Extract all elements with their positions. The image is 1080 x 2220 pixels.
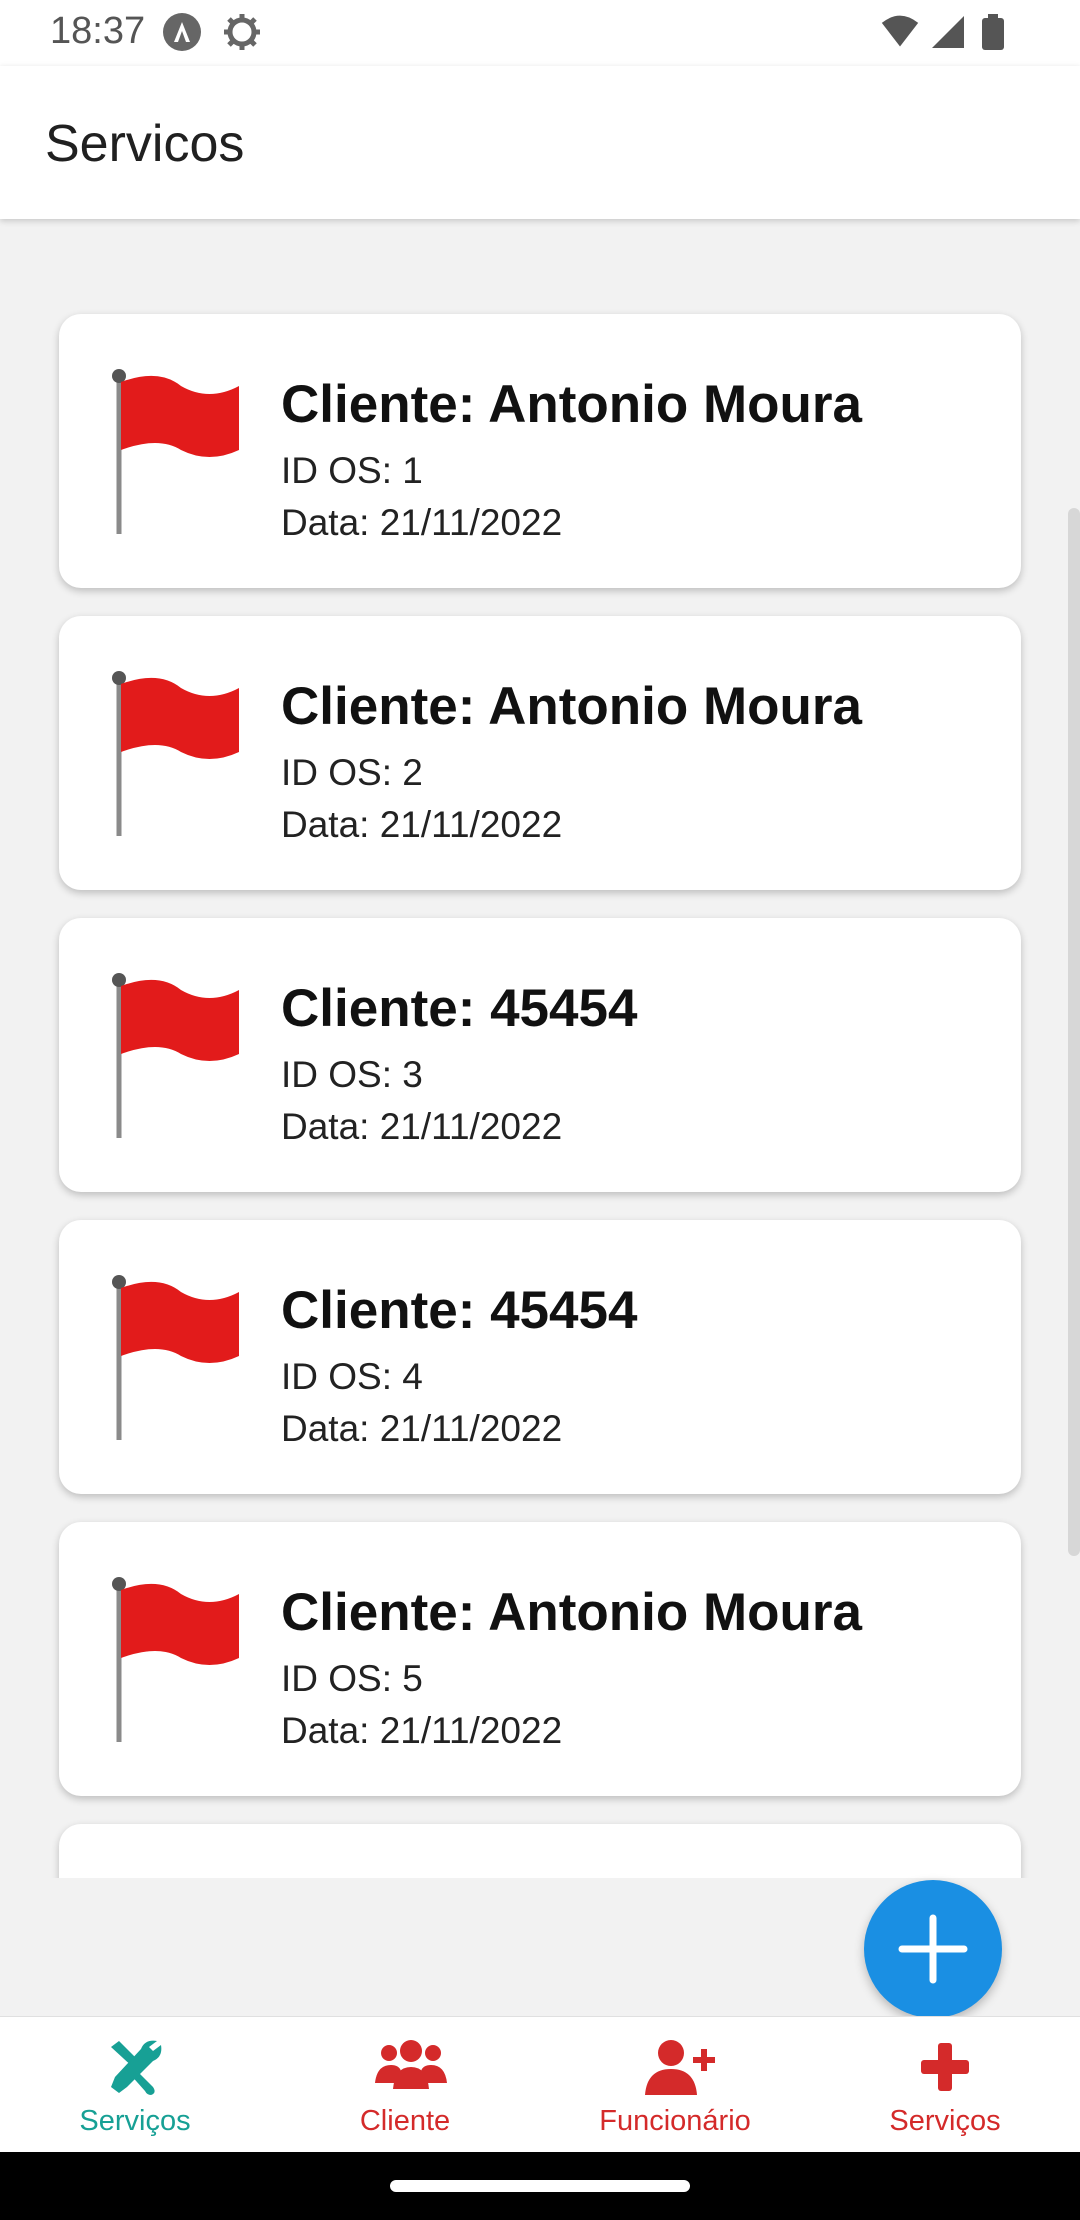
red-flag-icon — [112, 973, 239, 1138]
service-card-partial[interactable] — [59, 1824, 1021, 1878]
service-id: ID OS: 4 — [281, 1356, 423, 1397]
nav-label: Serviços — [79, 2105, 191, 2137]
red-flag-icon — [112, 1577, 239, 1742]
settings-gear-icon — [224, 14, 260, 50]
service-card[interactable]: Cliente: 45454 ID OS: 4 Data: 21/11/2022 — [59, 1220, 1021, 1494]
service-client: Cliente: Antonio Moura — [281, 375, 862, 434]
service-date: Data: 21/11/2022 — [281, 1106, 563, 1147]
bottom-navigation: Serviços Cliente Funcionário Serviços — [0, 2016, 1080, 2153]
service-card[interactable]: Cliente: Antonio Moura ID OS: 1 Data: 21… — [59, 314, 1021, 588]
tools-icon — [111, 2040, 162, 2095]
service-id: ID OS: 5 — [281, 1658, 423, 1699]
page-title: Servicos — [45, 115, 245, 173]
service-client: Cliente: 45454 — [281, 979, 638, 1038]
service-client: Cliente: Antonio Moura — [281, 1583, 862, 1642]
red-flag-icon — [112, 1275, 239, 1440]
app-bar: Servicos — [0, 66, 1080, 219]
service-list[interactable]: Cliente: Antonio Moura ID OS: 1 Data: 21… — [0, 222, 1080, 1878]
service-date: Data: 21/11/2022 — [281, 502, 563, 543]
service-id: ID OS: 1 — [281, 450, 423, 491]
plus-icon — [921, 2043, 969, 2091]
service-card[interactable]: Cliente: Antonio Moura ID OS: 5 Data: 21… — [59, 1522, 1021, 1796]
service-date: Data: 21/11/2022 — [281, 1408, 563, 1449]
add-service-fab[interactable] — [864, 1880, 1002, 2018]
red-flag-icon — [112, 369, 239, 534]
battery-icon — [982, 14, 1004, 50]
wifi-icon — [881, 15, 919, 47]
nav-tab-servicos-add[interactable]: Serviços — [810, 2017, 1080, 2153]
signal-icon — [932, 16, 964, 48]
app-notification-icon — [163, 13, 201, 51]
service-card[interactable]: Cliente: Antonio Moura ID OS: 2 Data: 21… — [59, 616, 1021, 890]
home-gesture-handle[interactable] — [390, 2180, 690, 2192]
scrollbar[interactable] — [1068, 508, 1080, 1556]
service-card[interactable]: Cliente: 45454 ID OS: 3 Data: 21/11/2022 — [59, 918, 1021, 1192]
nav-tab-servicos[interactable]: Serviços — [0, 2017, 270, 2153]
nav-tab-cliente[interactable]: Cliente — [270, 2017, 540, 2153]
status-bar: 18:37 — [0, 0, 1080, 66]
service-client: Cliente: 45454 — [281, 1281, 638, 1340]
nav-label: Serviços — [889, 2105, 1001, 2137]
service-date: Data: 21/11/2022 — [281, 1710, 563, 1751]
nav-label: Cliente — [359, 2105, 451, 2137]
nav-tab-funcionario[interactable]: Funcionário — [540, 2017, 810, 2153]
service-client: Cliente: Antonio Moura — [281, 677, 862, 736]
nav-label: Funcionário — [599, 2105, 751, 2137]
system-navigation-bar — [0, 2152, 1080, 2220]
users-icon — [375, 2040, 447, 2089]
user-plus-icon — [645, 2040, 715, 2095]
service-id: ID OS: 2 — [281, 752, 423, 793]
service-id: ID OS: 3 — [281, 1054, 423, 1095]
status-time: 18:37 — [50, 10, 146, 52]
plus-icon — [898, 1914, 968, 1984]
red-flag-icon — [112, 671, 239, 836]
service-date: Data: 21/11/2022 — [281, 804, 563, 845]
